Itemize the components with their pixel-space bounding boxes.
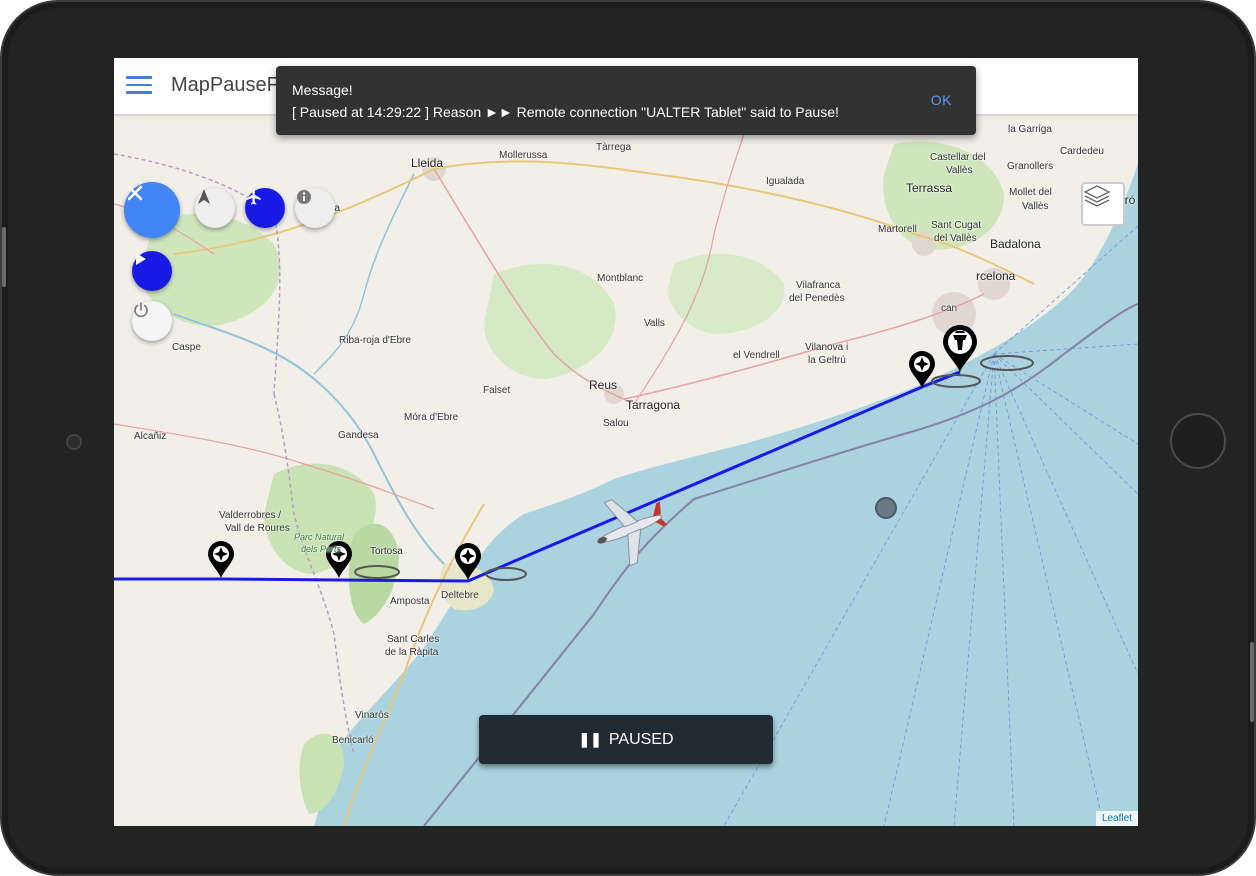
app-title: MapPauseF (171, 74, 279, 96)
place-label: Vilanova i (805, 342, 849, 353)
place-label: rcelona (976, 269, 1016, 283)
place-label: Mollet del (1009, 187, 1052, 198)
navigate-button[interactable] (195, 188, 235, 228)
place-label: Parc Natural (294, 532, 345, 542)
place-label: el Vendrell (733, 350, 780, 361)
place-label: dels Ports (301, 544, 342, 554)
place-label: Benicarló (332, 735, 374, 746)
play-button[interactable] (132, 251, 172, 291)
toast-body: [ Paused at 14:29:22 ] Reason ►► Remote … (292, 104, 839, 120)
paused-label: PAUSED (608, 730, 674, 748)
place-label: Caspe (172, 342, 201, 353)
hamburger-icon[interactable] (126, 76, 152, 96)
play-icon (136, 253, 146, 265)
place-label: Valls (644, 318, 665, 329)
place-label: Tortosa (370, 546, 403, 557)
place-label: la Geltrú (808, 355, 846, 366)
layers-control-button[interactable] (1081, 182, 1125, 226)
power-icon (134, 302, 148, 318)
info-icon (297, 190, 311, 204)
close-icon (127, 185, 143, 201)
layers-icon (1083, 185, 1111, 207)
close-fab-button[interactable] (124, 182, 180, 238)
pause-icon: ❚❚ (578, 731, 602, 747)
info-button[interactable] (295, 188, 335, 228)
place-label: Falset (483, 385, 511, 396)
power-button[interactable] (132, 301, 172, 341)
place-label: Salou (603, 418, 629, 429)
place-label: Tàrrega (596, 142, 632, 153)
place-label: Vilafranca (796, 280, 841, 291)
place-label: Alcañiz (134, 431, 167, 442)
place-label: Montblanc (597, 273, 644, 284)
place-label: Móra d'Ebre (404, 412, 459, 423)
place-label: Tarragona (626, 398, 681, 412)
toast-ok-button[interactable]: OK (931, 92, 952, 108)
place-label: Reus (589, 378, 618, 392)
place-label: Cardedeu (1060, 146, 1104, 157)
place-label: Vall de Roures (225, 523, 290, 534)
place-label: Terrassa (906, 181, 953, 195)
place-label: del Penedès (789, 293, 845, 304)
volume-button (2, 227, 6, 287)
urban-area (912, 232, 936, 256)
app-screen: Lleida Mollerussa Tàrrega Igualada la Ga… (114, 58, 1138, 826)
place-label: Castellar del (930, 152, 986, 163)
aircraft-mode-button[interactable] (245, 188, 285, 228)
place-label: del Vallès (934, 233, 977, 244)
place-label: Mollerussa (499, 150, 548, 161)
place-label: Granollers (1007, 161, 1054, 172)
front-camera (66, 434, 82, 450)
place-label: Deltebre (441, 590, 479, 601)
place-label: de la Ràpita (385, 647, 439, 658)
place-label: Vallès (946, 165, 973, 176)
place-label: Riba-roja d'Ebre (339, 335, 411, 346)
map-view[interactable]: Lleida Mollerussa Tàrrega Igualada la Ga… (114, 114, 1138, 826)
place-label: Martorell (878, 224, 917, 235)
place-label: Vallès (1022, 201, 1049, 212)
place-label: Igualada (766, 176, 805, 187)
place-label: Amposta (390, 596, 430, 607)
airplane-icon (246, 189, 261, 205)
place-label: Valderrobres / (219, 510, 282, 521)
power-side-button (1250, 642, 1254, 722)
place-label: Badalona (990, 237, 1041, 251)
home-button[interactable] (1170, 413, 1226, 469)
navigation-arrow-icon (198, 189, 210, 204)
place-label: Vinaròs (355, 710, 389, 721)
place-label: can (941, 303, 958, 314)
message-toast: Message! [ Paused at 14:29:22 ] Reason ►… (276, 66, 976, 135)
place-label: Sant Carles (387, 634, 440, 645)
paused-status-button[interactable]: ❚❚ PAUSED (479, 715, 773, 764)
toast-heading: Message! (292, 82, 353, 98)
attribution-link[interactable]: Leaflet (1095, 811, 1138, 826)
place-label: Sant Cugat (931, 220, 982, 231)
place-label: Gandesa (338, 430, 379, 441)
place-label: Lleida (411, 156, 444, 170)
place-label: la Garriga (1008, 124, 1052, 135)
sea-buoy-marker[interactable] (875, 497, 897, 519)
